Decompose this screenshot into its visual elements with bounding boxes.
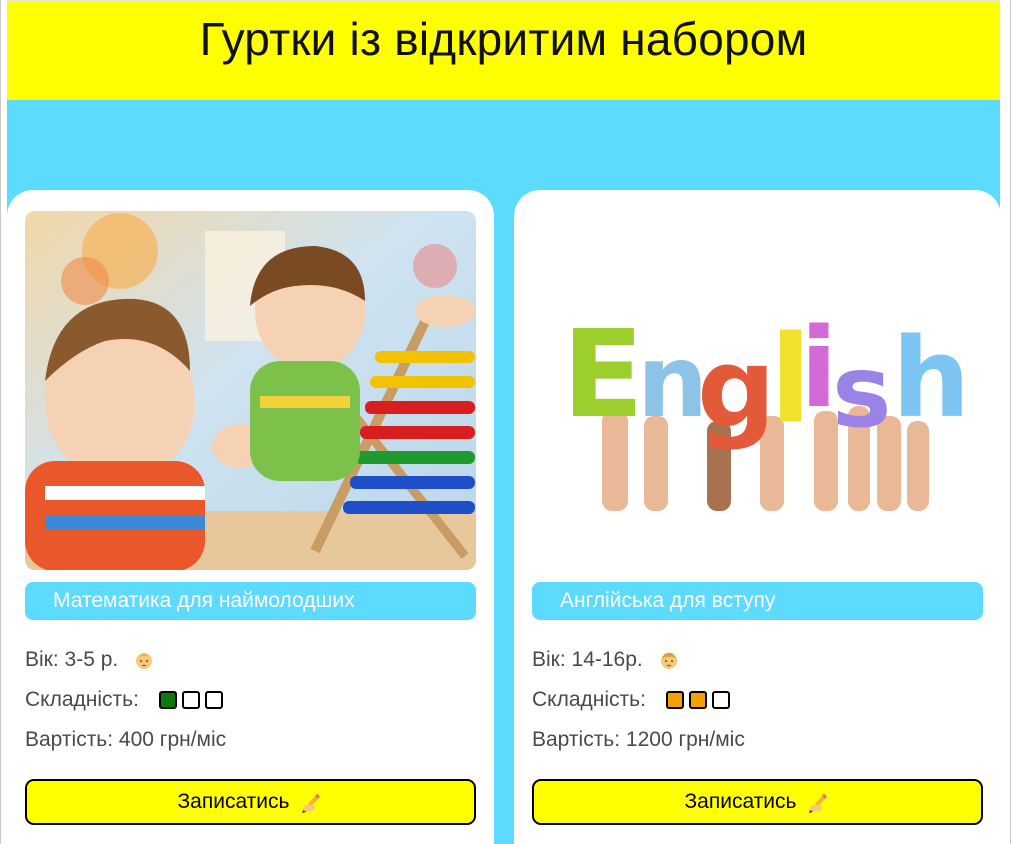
svg-text:h: h	[892, 314, 970, 442]
difficulty-meter	[665, 691, 730, 709]
difficulty-box-empty	[711, 691, 730, 709]
price-label: Вартість: 400 грн/міс	[25, 728, 227, 751]
difficulty-row: Складність:	[532, 688, 730, 712]
course-title: Математика для наймолодших	[25, 582, 476, 620]
svg-text:s: s	[832, 333, 892, 450]
course-title: Англійська для вступу	[532, 582, 983, 620]
page-title: Гуртки із відкритим набором	[199, 13, 808, 65]
difficulty-box-filled	[158, 691, 177, 709]
child-face-emoji-icon	[660, 652, 677, 669]
price-row: Вартість: 400 грн/міс	[25, 728, 226, 752]
course-card-math: Математика для наймолодших Вік: 3-5 р. С…	[7, 190, 494, 844]
difficulty-box-filled	[665, 691, 684, 709]
difficulty-row: Складність:	[25, 688, 223, 712]
difficulty-box-filled	[688, 691, 707, 709]
svg-text:g: g	[697, 324, 776, 452]
age-row: Вік: 14-16р.	[532, 648, 679, 672]
children-abacus-photo	[25, 211, 476, 570]
signup-button[interactable]: Записатись	[25, 779, 476, 825]
baby-face-emoji-icon	[136, 653, 153, 669]
difficulty-label: Складність:	[25, 688, 139, 711]
window-right-edge	[1000, 0, 1011, 844]
price-label: Вартість: 1200 грн/міс	[532, 728, 745, 751]
writing-hand-icon	[809, 793, 828, 813]
age-label: Вік: 3-5 р.	[25, 648, 119, 671]
difficulty-box-empty	[204, 691, 223, 709]
course-card-english: E n g l i s h Англійська для вступу Вік:…	[514, 190, 1001, 844]
difficulty-box-empty	[181, 691, 200, 709]
signup-button[interactable]: Записатись	[532, 779, 983, 825]
page-header: Гуртки із відкритим набором	[7, 2, 1000, 100]
window-left-edge	[0, 0, 7, 844]
age-label: Вік: 14-16р.	[532, 648, 643, 671]
english-letters-hands-photo: E n g l i s h	[532, 211, 983, 570]
signup-button-label: Записатись	[684, 790, 797, 813]
difficulty-label: Складність:	[532, 688, 646, 711]
difficulty-meter	[158, 691, 223, 709]
price-row: Вартість: 1200 грн/міс	[532, 728, 745, 752]
signup-button-label: Записатись	[177, 790, 290, 813]
writing-hand-icon	[302, 793, 321, 813]
svg-text:E: E	[562, 306, 644, 445]
page-frame: Гуртки із відкритим набором Математика д…	[0, 0, 1011, 844]
age-row: Вік: 3-5 р.	[25, 648, 154, 672]
